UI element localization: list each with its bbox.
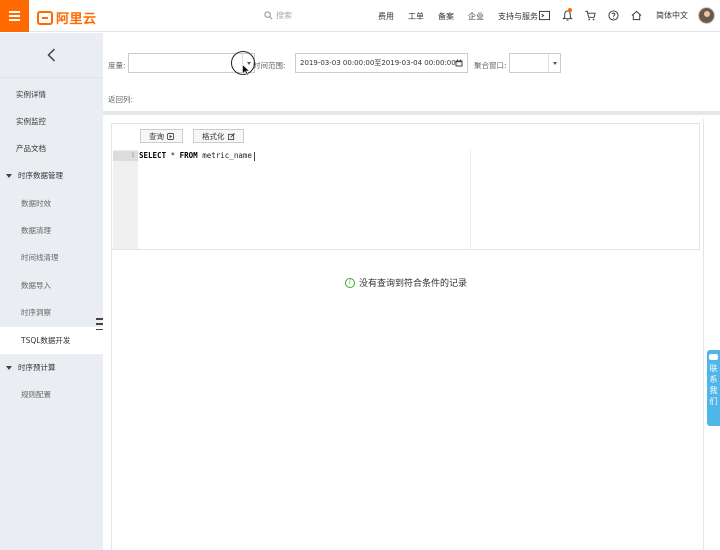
chat-icon [709, 354, 718, 360]
home-icon[interactable] [630, 8, 642, 22]
sidebar-group-ts-data-management[interactable]: 时序数据管理 [0, 162, 103, 189]
terminal-icon[interactable] [538, 8, 550, 22]
editor-toolbar: 查询 格式化 [140, 129, 244, 143]
search-icon [264, 11, 273, 20]
sql-table-name: metric_name [202, 151, 252, 160]
nav-tickets[interactable]: 工单 [408, 11, 424, 22]
editor-column-separator [470, 150, 471, 249]
chevron-down-icon [548, 54, 560, 72]
empty-result-message: i 没有查询到符合条件的记录 [345, 276, 467, 289]
language-switch[interactable]: 简体中文 [656, 10, 688, 21]
chevron-left-icon [47, 48, 56, 62]
top-nav-links: 费用 工单 备案 企业 支持与服务 [378, 0, 552, 32]
edit-icon [227, 132, 235, 140]
menu-icon[interactable] [0, 0, 29, 32]
aliyun-logo[interactable]: 阿里云 [37, 8, 97, 27]
info-icon: i [345, 277, 355, 288]
contact-us-tab[interactable]: 联 系 我 们 [707, 350, 720, 426]
result-right-border [703, 119, 704, 550]
logo-text: 阿里云 [56, 12, 97, 27]
time-range-value: 2019-03-03 00:00:00至2019-03-04 00:00:00 [300, 59, 456, 67]
sidebar-item-ts-insight[interactable]: 时序洞察 [0, 299, 103, 326]
nav-icp[interactable]: 备案 [438, 11, 454, 22]
top-navigation-bar: 阿里云 搜索 费用 工单 备案 企业 支持与服务 简体中文 [0, 0, 720, 32]
sidebar-item-data-cleanup[interactable]: 数据清理 [0, 217, 103, 244]
sidebar-item-instance-detail[interactable]: 实例详情 [0, 81, 103, 108]
nav-support[interactable]: 支持与服务 [498, 11, 538, 22]
cart-icon[interactable] [584, 8, 596, 22]
notification-badge [568, 8, 572, 12]
user-avatar[interactable] [698, 7, 715, 24]
sidebar-item-instance-monitor[interactable]: 实例监控 [0, 108, 103, 135]
sidebar: 实例详情 实例监控 产品文档 时序数据管理 数据时效 数据清理 时间线清理 数据… [0, 33, 103, 550]
run-icon [167, 132, 174, 140]
line-number: 1 [113, 151, 138, 161]
search-placeholder: 搜索 [276, 11, 292, 20]
caret-down-icon [6, 365, 12, 370]
sql-editor-panel: 查询 格式化 1 SELECT * FROM metric_name [111, 123, 700, 250]
time-range-picker[interactable]: 2019-03-03 00:00:00至2019-03-04 00:00:00 [295, 53, 468, 73]
sql-keyword-select: SELECT [139, 151, 167, 160]
help-icon[interactable] [607, 8, 619, 22]
section-divider [103, 111, 720, 115]
result-left-border [111, 250, 112, 550]
sidebar-back-button[interactable] [0, 33, 103, 78]
sidebar-group-ts-precompute[interactable]: 时序预计算 [0, 354, 103, 381]
sql-star: * [170, 151, 176, 160]
sidebar-item-data-ttl[interactable]: 数据时效 [0, 190, 103, 217]
caret-down-icon [6, 173, 12, 178]
mouse-cursor-icon [242, 64, 250, 76]
return-columns-label: 返回列: [108, 95, 134, 104]
format-button[interactable]: 格式化 [193, 129, 244, 143]
time-range-label: 时间范围: [253, 61, 286, 70]
main-content: 度量: 时间范围: 2019-03-03 00:00:00至2019-03-04… [103, 33, 720, 550]
sidebar-item-tsql-dev[interactable]: TSQL数据开发 [0, 327, 103, 354]
logo-mark-icon [37, 10, 53, 25]
sidebar-item-timeline-cleanup[interactable]: 时间线清理 [0, 244, 103, 271]
nav-enterprise[interactable]: 企业 [468, 11, 484, 22]
query-button[interactable]: 查询 [140, 129, 183, 143]
nav-billing[interactable]: 费用 [378, 11, 394, 22]
agg-window-label: 聚合窗口: [474, 61, 507, 70]
metric-label: 度量: [108, 61, 126, 70]
sidebar-item-rule-config[interactable]: 规则配置 [0, 381, 103, 408]
search-box[interactable]: 搜索 [264, 10, 292, 21]
text-caret [253, 151, 255, 161]
top-nav-icons [538, 8, 653, 22]
sql-keyword-from: FROM [179, 151, 198, 160]
sql-code-line[interactable]: SELECT * FROM metric_name [139, 150, 255, 162]
agg-window-select[interactable] [509, 53, 561, 73]
sidebar-item-data-import[interactable]: 数据导入 [0, 272, 103, 299]
calendar-icon[interactable] [451, 54, 467, 72]
empty-result-text: 没有查询到符合条件的记录 [359, 279, 468, 289]
editor-gutter: 1 [113, 150, 138, 249]
sidebar-item-product-docs[interactable]: 产品文档 [0, 135, 103, 162]
